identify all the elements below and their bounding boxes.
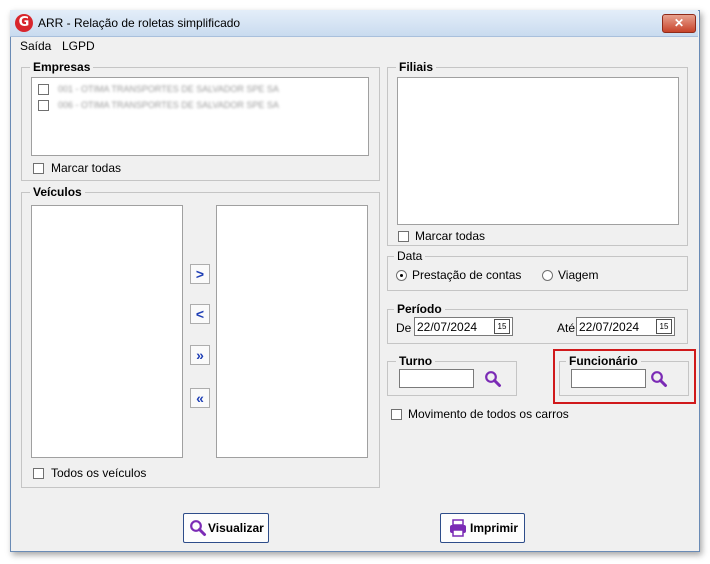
radio-prestacao[interactable] [396, 270, 407, 281]
date-from-calendar-icon[interactable]: 15 [494, 319, 510, 334]
funcionario-input[interactable] [571, 369, 646, 388]
app-logo-icon: G [15, 14, 33, 32]
menu-saida[interactable]: Saída [20, 39, 51, 53]
all-vehicles-label: Todos os veículos [51, 466, 147, 480]
close-button[interactable]: ✕ [662, 14, 696, 33]
movimento-checkbox[interactable] [391, 409, 402, 420]
veiculos-label: Veículos [30, 185, 85, 199]
funcionario-search-icon[interactable] [650, 370, 668, 388]
date-to-value: 22/07/2024 [579, 320, 640, 334]
empresa-item-label: 001 - OTIMA TRANSPORTES DE SALVADOR SPE … [58, 84, 279, 94]
turno-input[interactable] [399, 369, 474, 388]
magnifier-icon [190, 520, 206, 536]
funcionario-label: Funcionário [566, 354, 641, 368]
filiais-list[interactable] [397, 77, 679, 225]
date-to-calendar-icon[interactable]: 15 [656, 319, 672, 334]
empresa-checkbox[interactable] [38, 84, 49, 95]
data-label: Data [394, 249, 426, 263]
all-vehicles-checkbox[interactable] [33, 468, 44, 479]
available-vehicles-list[interactable] [31, 205, 183, 458]
visualizar-label: Visualizar [208, 521, 264, 535]
filiais-mark-all-checkbox[interactable] [398, 231, 409, 242]
imprimir-label: Imprimir [470, 521, 519, 535]
date-from-label: De [396, 321, 412, 335]
filiais-mark-all-label: Marcar todas [415, 229, 486, 243]
movimento-label: Movimento de todos os carros [408, 407, 569, 421]
printer-icon [450, 519, 466, 537]
move-all-left-button[interactable]: « [190, 388, 210, 408]
filiais-label: Filiais [396, 60, 437, 74]
empresas-label: Empresas [30, 60, 94, 74]
empresas-mark-all-label: Marcar todas [51, 161, 122, 175]
empresas-mark-all-checkbox[interactable] [33, 163, 44, 174]
periodo-label: Período [394, 302, 445, 316]
move-all-right-button[interactable]: » [190, 345, 210, 365]
date-to-label: Até [557, 321, 576, 335]
empresa-item-label: 006 - OTIMA TRANSPORTES DE SALVADOR SPE … [58, 100, 279, 110]
turno-label: Turno [396, 354, 436, 368]
empresa-checkbox[interactable] [38, 100, 49, 111]
radio-viagem[interactable] [542, 270, 553, 281]
menu-bar [11, 37, 697, 56]
radio-viagem-label: Viagem [558, 268, 599, 282]
window-title: ARR - Relação de roletas simplificado [38, 16, 241, 30]
menu-lgpd[interactable]: LGPD [62, 39, 95, 53]
date-from-value: 22/07/2024 [417, 320, 478, 334]
turno-search-icon[interactable] [484, 370, 502, 388]
move-left-button[interactable]: < [190, 304, 210, 324]
selected-vehicles-list[interactable] [216, 205, 368, 458]
radio-prestacao-label: Prestação de contas [412, 268, 522, 282]
move-right-button[interactable]: > [190, 264, 210, 284]
